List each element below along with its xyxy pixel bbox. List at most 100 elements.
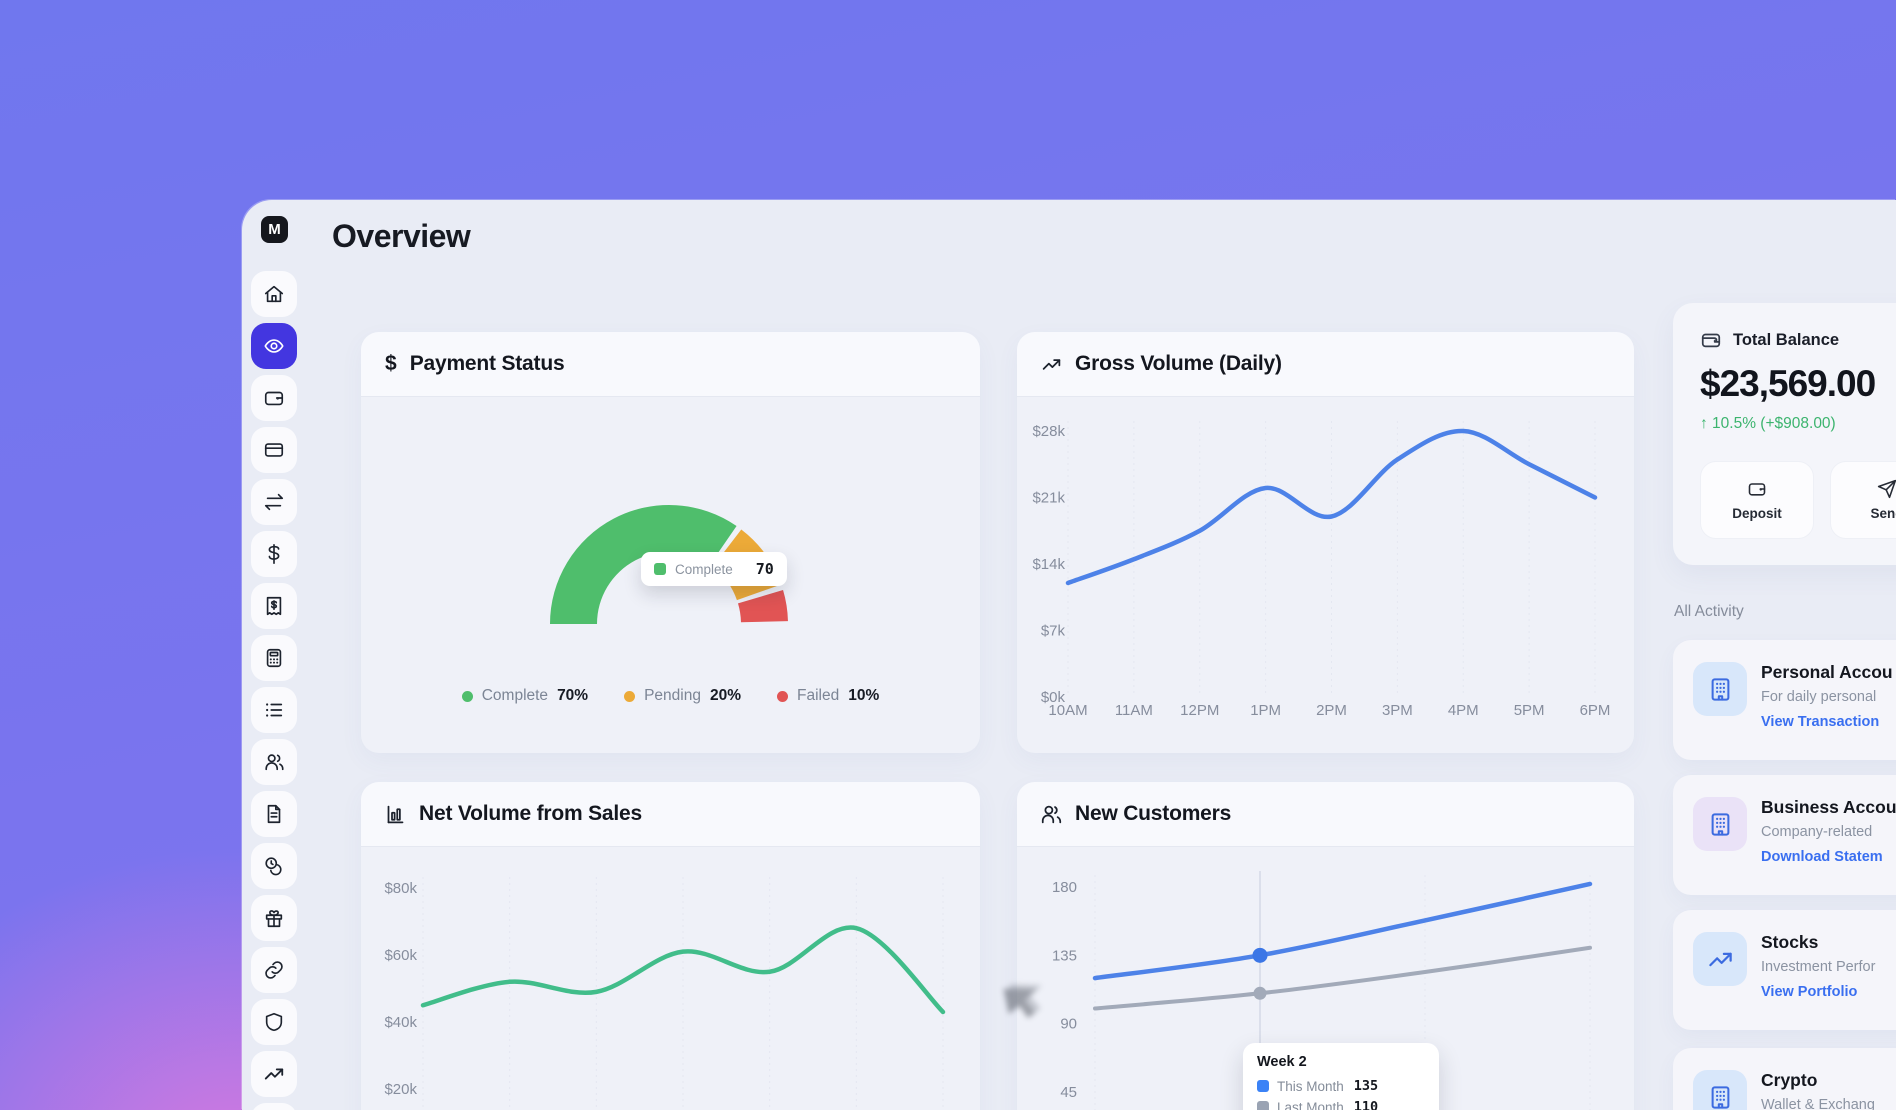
- users-icon: [1041, 804, 1062, 825]
- net-volume-header: Net Volume from Sales: [361, 782, 980, 847]
- trending-up-icon: [1041, 354, 1062, 375]
- activity-title: Personal Accou: [1761, 662, 1893, 683]
- legend-item-pending: Pending 20%: [624, 687, 741, 705]
- this-month-label: This Month: [1277, 1079, 1344, 1094]
- sidebar-item-device[interactable]: [251, 1103, 297, 1110]
- svg-text:5PM: 5PM: [1514, 702, 1545, 719]
- payment-status-body: Complete 70 Complete70%Pending20%Failed1…: [361, 397, 980, 753]
- sidebar-item-users[interactable]: [251, 739, 297, 785]
- activity-subtitle: Company-related: [1761, 824, 1872, 840]
- legend-value: 20%: [710, 687, 741, 705]
- net-volume-card: Net Volume from Sales $80k$60k$40k$20k: [361, 782, 980, 1110]
- gross-volume-chart[interactable]: $28k$21k$14k$7k$0k10AM11AM12PM1PM2PM3PM4…: [1017, 397, 1634, 753]
- activity-title: Stocks: [1761, 932, 1818, 953]
- activity-title: Business Accou: [1761, 797, 1896, 818]
- sidebar-item-receipt-dollar[interactable]: [251, 583, 297, 629]
- deposit-button[interactable]: Deposit: [1700, 461, 1814, 539]
- legend-value: 10%: [848, 687, 879, 705]
- sidebar-item-wallet[interactable]: [251, 375, 297, 421]
- sidebar-item-eye-active[interactable]: [251, 323, 297, 369]
- tooltip-complete-swatch: [654, 563, 666, 575]
- coins-icon: [263, 855, 285, 877]
- dollar-sign-icon: [263, 543, 285, 565]
- arrows-left-right-icon: [263, 491, 285, 513]
- app-logo[interactable]: M: [261, 216, 288, 243]
- new-customers-card: New Customers 1801359045 Week 2 This Mon…: [1017, 782, 1634, 1110]
- tooltip-complete-label: Complete: [675, 562, 733, 577]
- svg-text:$60k: $60k: [384, 947, 417, 964]
- this-month-value: 135: [1354, 1078, 1378, 1094]
- tooltip-this-month-row: This Month 135: [1257, 1078, 1425, 1094]
- svg-text:10AM: 10AM: [1048, 702, 1087, 719]
- building-icon: [1693, 797, 1747, 851]
- svg-text:$28k: $28k: [1032, 423, 1065, 440]
- legend-label: Pending: [644, 687, 701, 705]
- svg-text:6PM: 6PM: [1580, 702, 1611, 719]
- activity-card-business-accou[interactable]: Business Accou Company-related Download St…: [1673, 775, 1896, 895]
- sidebar-item-arrows-left-right[interactable]: [251, 479, 297, 525]
- sidebar-item-shield[interactable]: [251, 999, 297, 1045]
- sidebar-item-link[interactable]: [251, 947, 297, 993]
- sidebar-item-calculator[interactable]: [251, 635, 297, 681]
- activity-card-crypto[interactable]: CryptoWallet & Exchang: [1673, 1048, 1896, 1110]
- activity-card-personal-accou[interactable]: Personal AccouFor daily personalView Tra…: [1673, 640, 1896, 760]
- legend-dot: [462, 691, 473, 702]
- sidebar-item-list[interactable]: [251, 687, 297, 733]
- deposit-wallet-icon: [1747, 479, 1767, 499]
- this-month-swatch: [1257, 1080, 1269, 1092]
- sidebar-item-trending-up[interactable]: [251, 1051, 297, 1097]
- activity-link[interactable]: View Transaction: [1761, 714, 1879, 730]
- wallet-icon: [263, 387, 285, 409]
- legend-label: Failed: [797, 687, 839, 705]
- gross-volume-card: Gross Volume (Daily) $28k$21k$14k$7k$0k1…: [1017, 332, 1634, 753]
- activity-link[interactable]: Download Statem: [1761, 849, 1883, 865]
- home-icon: [263, 283, 285, 305]
- gross-volume-title: Gross Volume (Daily): [1075, 352, 1282, 376]
- send-label: Send: [1870, 506, 1896, 521]
- legend-label: Complete: [482, 687, 548, 705]
- total-balance-change: ↑ 10.5% (+$908.00): [1700, 415, 1836, 433]
- svg-text:90: 90: [1060, 1016, 1077, 1033]
- payment-status-card: $ Payment Status Complete 70 Complete70%…: [361, 332, 980, 753]
- sidebar-item-credit-card[interactable]: [251, 427, 297, 473]
- link-icon: [263, 959, 285, 981]
- gross-volume-body: $28k$21k$14k$7k$0k10AM11AM12PM1PM2PM3PM4…: [1017, 397, 1634, 753]
- eye-icon: [263, 335, 285, 357]
- page-title: Overview: [332, 218, 470, 255]
- svg-text:$80k: $80k: [384, 880, 417, 897]
- tooltip-last-month-row: Last Month 110: [1257, 1099, 1425, 1110]
- last-month-value: 110: [1354, 1099, 1378, 1110]
- new-customers-body: 1801359045 Week 2 This Month 135 Last Mo…: [1017, 847, 1634, 1110]
- total-balance-head: Total Balance: [1700, 329, 1839, 351]
- sidebar-item-home[interactable]: [251, 271, 297, 317]
- svg-text:3PM: 3PM: [1382, 702, 1413, 719]
- total-balance-card: Total Balance $23,569.00 ↑ 10.5% (+$908.…: [1673, 303, 1896, 565]
- list-icon: [263, 699, 285, 721]
- wallet-icon: [1700, 329, 1722, 351]
- legend-item-complete: Complete70%: [462, 687, 588, 705]
- new-customers-header: New Customers: [1017, 782, 1634, 847]
- net-volume-chart[interactable]: $80k$60k$40k$20k: [361, 847, 980, 1110]
- gift-icon: [263, 907, 285, 929]
- svg-text:45: 45: [1060, 1084, 1077, 1101]
- legend-item-failed: Failed 10%: [777, 687, 879, 705]
- svg-text:11AM: 11AM: [1115, 702, 1153, 719]
- sidebar-item-gift[interactable]: [251, 895, 297, 941]
- bar-chart-icon: [385, 804, 406, 825]
- mouse-cursor-blur: [998, 975, 1058, 1023]
- gross-volume-header: Gross Volume (Daily): [1017, 332, 1634, 397]
- screen: M Overview $ Payment Status Complete 70 …: [0, 0, 1896, 1110]
- net-volume-body: $80k$60k$40k$20k: [361, 847, 980, 1110]
- svg-text:$14k: $14k: [1032, 556, 1065, 573]
- sidebar-item-file-text[interactable]: [251, 791, 297, 837]
- app-logo-letter: M: [268, 221, 281, 238]
- svg-text:4PM: 4PM: [1448, 702, 1479, 719]
- activity-link[interactable]: View Portfolio: [1761, 984, 1857, 1000]
- sidebar-item-coins[interactable]: [251, 843, 297, 889]
- sidebar-item-dollar-sign[interactable]: [251, 531, 297, 577]
- send-button[interactable]: Send: [1830, 461, 1896, 539]
- activity-card-stocks[interactable]: StocksInvestment PerforView Portfolio: [1673, 910, 1896, 1030]
- legend-dot: [624, 691, 635, 702]
- week-tooltip: Week 2 This Month 135 Last Month 110: [1243, 1043, 1439, 1110]
- svg-text:$21k: $21k: [1032, 490, 1065, 507]
